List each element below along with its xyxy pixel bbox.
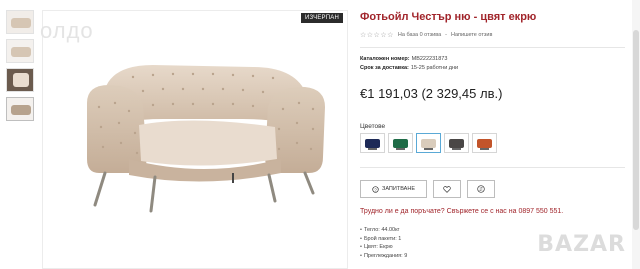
watermark-text: олдо [40, 18, 94, 43]
swatch-chair-icon [365, 138, 380, 150]
svg-text:?: ? [374, 187, 377, 192]
inquiry-icon: ? [372, 185, 379, 193]
help-contact-text: Трудно ли е да поръчате? Свържете се с н… [360, 208, 564, 215]
wishlist-button[interactable] [433, 180, 461, 198]
action-buttons: ? ЗАПИТВАНЕ [360, 180, 495, 198]
delivery-time: Срок за доставка: 15-25 работни дни [360, 65, 458, 71]
spec-weight: Тегло: 44.00кг [360, 226, 407, 235]
rating-separator: - [445, 32, 447, 38]
color-swatch-navy[interactable] [360, 133, 385, 153]
catalog-value: MB222231873 [411, 56, 448, 62]
divider [360, 167, 625, 168]
product-price: €1 191,03 (2 329,45 лв.) [360, 86, 503, 101]
thumbnail-1[interactable] [6, 10, 34, 34]
color-swatch-dark-gray[interactable] [444, 133, 469, 153]
catalog-number: Каталожен номер: MB222231873 [360, 56, 447, 62]
bazar-logo: BAZAR [537, 232, 626, 257]
write-review-link[interactable]: Напишете отзив [451, 32, 492, 38]
spec-packages: Брой пакети: 1 [360, 235, 407, 244]
swatch-chair-icon [477, 138, 492, 150]
armchair-image [87, 65, 325, 213]
catalog-label: Каталожен номер: [360, 56, 410, 62]
scrollbar[interactable] [632, 0, 640, 269]
divider [360, 47, 625, 48]
colors-label: Цветове [360, 123, 386, 130]
compare-icon [477, 185, 485, 193]
swatch-chair-icon [393, 138, 408, 150]
out-of-stock-badge: ИЗЧЕРПАН [300, 13, 343, 23]
rating-stars: ☆☆☆☆☆ [360, 32, 394, 39]
swatch-chair-icon [421, 138, 436, 150]
product-main-image[interactable]: ИЗЧЕРПАН [42, 10, 348, 269]
color-swatch-orange[interactable] [472, 133, 497, 153]
color-swatch-ecru[interactable] [416, 133, 441, 153]
compare-button[interactable] [467, 180, 495, 198]
heart-icon [443, 185, 451, 193]
thumbnail-4[interactable] [6, 97, 34, 121]
thumbnail-3[interactable] [6, 68, 34, 92]
thumbnail-list [6, 10, 36, 126]
scrollbar-thumb[interactable] [633, 30, 639, 230]
product-specs: Тегло: 44.00кг Брой пакети: 1 Цвят: Екрю… [360, 226, 407, 260]
inquiry-label: ЗАПИТВАНЕ [382, 186, 415, 192]
rating-row: ☆☆☆☆☆ На база 0 отзива - Напишете отзив [360, 31, 492, 39]
color-swatch-green[interactable] [388, 133, 413, 153]
inquiry-button[interactable]: ? ЗАПИТВАНЕ [360, 180, 427, 198]
spec-views: Преглеждания: 9 [360, 252, 407, 261]
spec-color: Цвят: Екрю [360, 243, 407, 252]
swatch-chair-icon [449, 138, 464, 150]
product-title: Фотьойл Честър ню - цвят екрю [360, 11, 537, 23]
thumbnail-2[interactable] [6, 39, 34, 63]
delivery-label: Срок за доставка: [360, 65, 409, 71]
delivery-value: 15-25 работни дни [410, 65, 459, 71]
rating-count-link[interactable]: На база 0 отзива [398, 32, 441, 38]
color-swatches [360, 133, 497, 153]
